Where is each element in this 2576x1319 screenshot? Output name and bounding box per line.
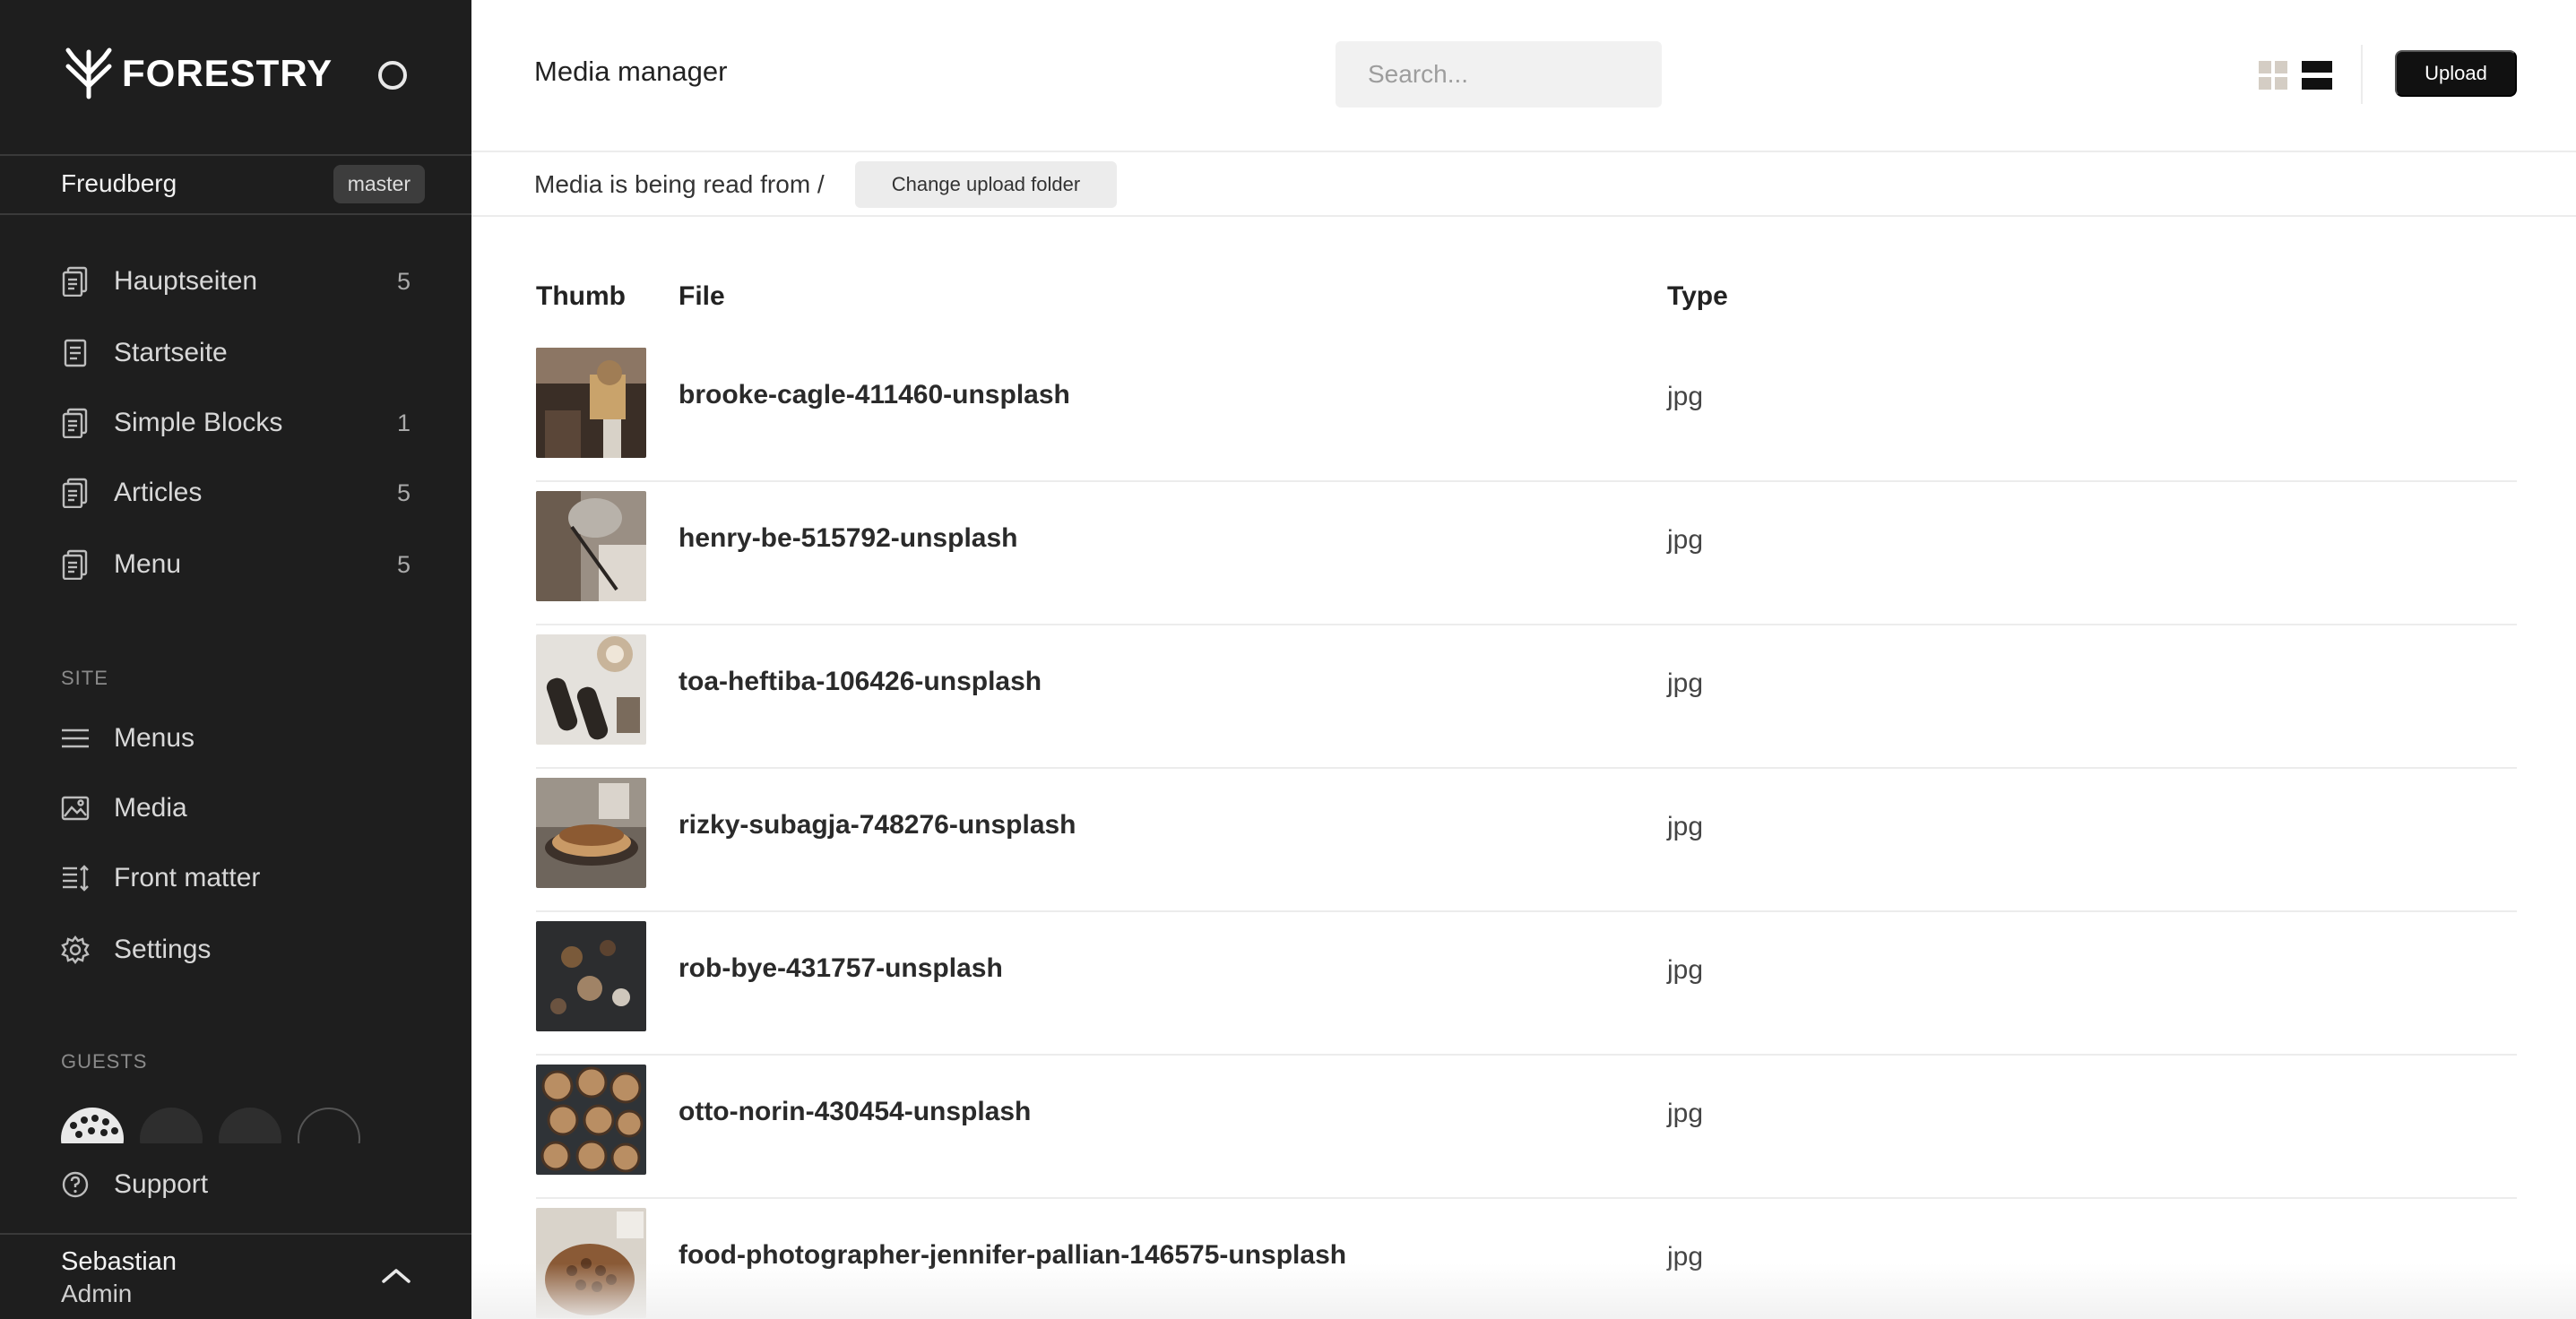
- documents-icon: [61, 265, 90, 297]
- brand-name: FORESTRY: [122, 52, 333, 94]
- section-label-guests: GUESTS: [61, 1050, 148, 1073]
- sidebar-item-label: Menus: [114, 723, 195, 753]
- section-label-site: SITE: [61, 667, 108, 689]
- change-upload-folder-button[interactable]: Change upload folder: [855, 161, 1117, 208]
- thumbnail-image: [536, 921, 646, 1031]
- documents-icon: [61, 477, 90, 509]
- image-icon: [61, 792, 90, 824]
- thumbnail-image: [536, 778, 646, 888]
- sidebar-divider: [0, 154, 471, 156]
- table-row[interactable]: otto-norin-430454-unsplash jpg: [536, 1056, 2517, 1199]
- table-row[interactable]: toa-heftiba-106426-unsplash jpg: [536, 625, 2517, 769]
- sidebar-item-label: Startseite: [114, 338, 228, 367]
- sidebar-item-media[interactable]: Media: [61, 783, 411, 833]
- avatar[interactable]: [219, 1108, 281, 1143]
- sidebar: FORESTRY Freudberg master Hauptseiten 5 …: [0, 0, 471, 1319]
- column-header-thumb: Thumb: [536, 281, 626, 311]
- sidebar-item-count: 5: [396, 267, 411, 295]
- thumbnail-image: [536, 1065, 646, 1175]
- sidebar-item-front-matter[interactable]: Front matter: [61, 853, 411, 903]
- thumbnail-image: [536, 634, 646, 745]
- sidebar-item-label: Settings: [114, 935, 212, 964]
- help-circle-icon: [61, 1168, 90, 1201]
- table-row[interactable]: henry-be-515792-unsplash jpg: [536, 482, 2517, 625]
- file-type: jpg: [1667, 955, 1704, 985]
- documents-icon: [61, 548, 90, 581]
- file-type: jpg: [1667, 812, 1704, 841]
- sidebar-item-label: Front matter: [114, 863, 261, 892]
- file-name: toa-heftiba-106426-unsplash: [679, 667, 1042, 696]
- grid-view-icon[interactable]: [2259, 61, 2287, 90]
- thumbnail-image: [536, 491, 646, 601]
- site-name: Freudberg: [61, 169, 177, 197]
- add-guest-button[interactable]: [298, 1108, 360, 1143]
- support-label: Support: [114, 1169, 209, 1199]
- forestry-logo-icon: [65, 47, 112, 99]
- document-icon: [61, 337, 90, 369]
- file-name: henry-be-515792-unsplash: [679, 523, 1018, 553]
- sidebar-item-menus[interactable]: Menus: [61, 713, 411, 763]
- file-type: jpg: [1667, 382, 1704, 411]
- sidebar-item-label: Media: [114, 793, 187, 823]
- file-name: otto-norin-430454-unsplash: [679, 1097, 1032, 1126]
- column-header-type: Type: [1667, 281, 1728, 311]
- front-matter-icon: [61, 862, 90, 894]
- branch-badge[interactable]: master: [333, 164, 425, 203]
- thumbnail-image: [536, 348, 646, 458]
- upload-button[interactable]: Upload: [2395, 50, 2517, 97]
- avatar[interactable]: [140, 1108, 203, 1143]
- toolbar-divider: [2361, 45, 2363, 104]
- page-title: Media manager: [534, 56, 728, 87]
- sidebar-item-count: 5: [396, 478, 411, 506]
- media-folder-text: Media is being read from /: [534, 170, 825, 198]
- table-row[interactable]: brooke-cagle-411460-unsplash jpg: [536, 339, 2517, 482]
- top-bar: Media manager Upload: [471, 0, 2576, 152]
- documents-icon: [61, 407, 90, 439]
- file-type: jpg: [1667, 525, 1704, 555]
- user-name: Sebastian: [61, 1247, 177, 1276]
- sidebar-item-articles[interactable]: Articles 5: [61, 468, 411, 518]
- file-type: jpg: [1667, 668, 1704, 698]
- file-name: food-photographer-jennifer-pallian-14657…: [679, 1240, 1347, 1270]
- sidebar-item-count: 5: [396, 550, 411, 578]
- file-name: rob-bye-431757-unsplash: [679, 953, 1003, 983]
- search-input[interactable]: [1336, 41, 1662, 108]
- file-type: jpg: [1667, 1242, 1704, 1272]
- avatar[interactable]: [61, 1108, 124, 1143]
- sidebar-divider: [0, 213, 471, 215]
- sidebar-item-startseite[interactable]: Startseite: [61, 328, 411, 378]
- user-menu[interactable]: Sebastian Admin: [0, 1233, 471, 1319]
- list-view-icon[interactable]: [2302, 61, 2332, 90]
- support-link[interactable]: Support: [61, 1161, 208, 1208]
- file-type: jpg: [1667, 1099, 1704, 1128]
- sidebar-item-count: 1: [396, 409, 411, 436]
- sidebar-item-label: Simple Blocks: [114, 408, 283, 437]
- sidebar-item-simple-blocks[interactable]: Simple Blocks 1: [61, 398, 411, 448]
- column-header-file: File: [679, 281, 725, 311]
- sidebar-item-hauptseiten[interactable]: Hauptseiten 5: [61, 256, 411, 306]
- table-row[interactable]: food-photographer-jennifer-pallian-14657…: [536, 1199, 2517, 1319]
- sidebar-item-settings[interactable]: Settings: [61, 925, 411, 975]
- logo[interactable]: FORESTRY: [61, 47, 419, 100]
- sidebar-item-label: Articles: [114, 478, 203, 507]
- file-name: brooke-cagle-411460-unsplash: [679, 380, 1070, 409]
- user-role: Admin: [61, 1280, 133, 1307]
- table-row[interactable]: rob-bye-431757-unsplash jpg: [536, 912, 2517, 1056]
- guests-list: [61, 1108, 384, 1143]
- site-switcher[interactable]: Freudberg master: [61, 161, 425, 206]
- sidebar-item-label: Menu: [114, 549, 182, 579]
- sidebar-item-menu[interactable]: Menu 5: [61, 539, 411, 590]
- upload-folder-bar: Media is being read from / Change upload…: [471, 154, 2576, 217]
- hamburger-menu-icon: [61, 722, 90, 754]
- table-row[interactable]: rizky-subagja-748276-unsplash jpg: [536, 769, 2517, 912]
- file-name: rizky-subagja-748276-unsplash: [679, 810, 1076, 840]
- status-indicator-icon[interactable]: [378, 61, 407, 90]
- chevron-up-icon[interactable]: [380, 1262, 412, 1289]
- sidebar-item-label: Hauptseiten: [114, 266, 258, 296]
- thumbnail-image: [536, 1208, 646, 1318]
- gear-icon: [61, 934, 90, 966]
